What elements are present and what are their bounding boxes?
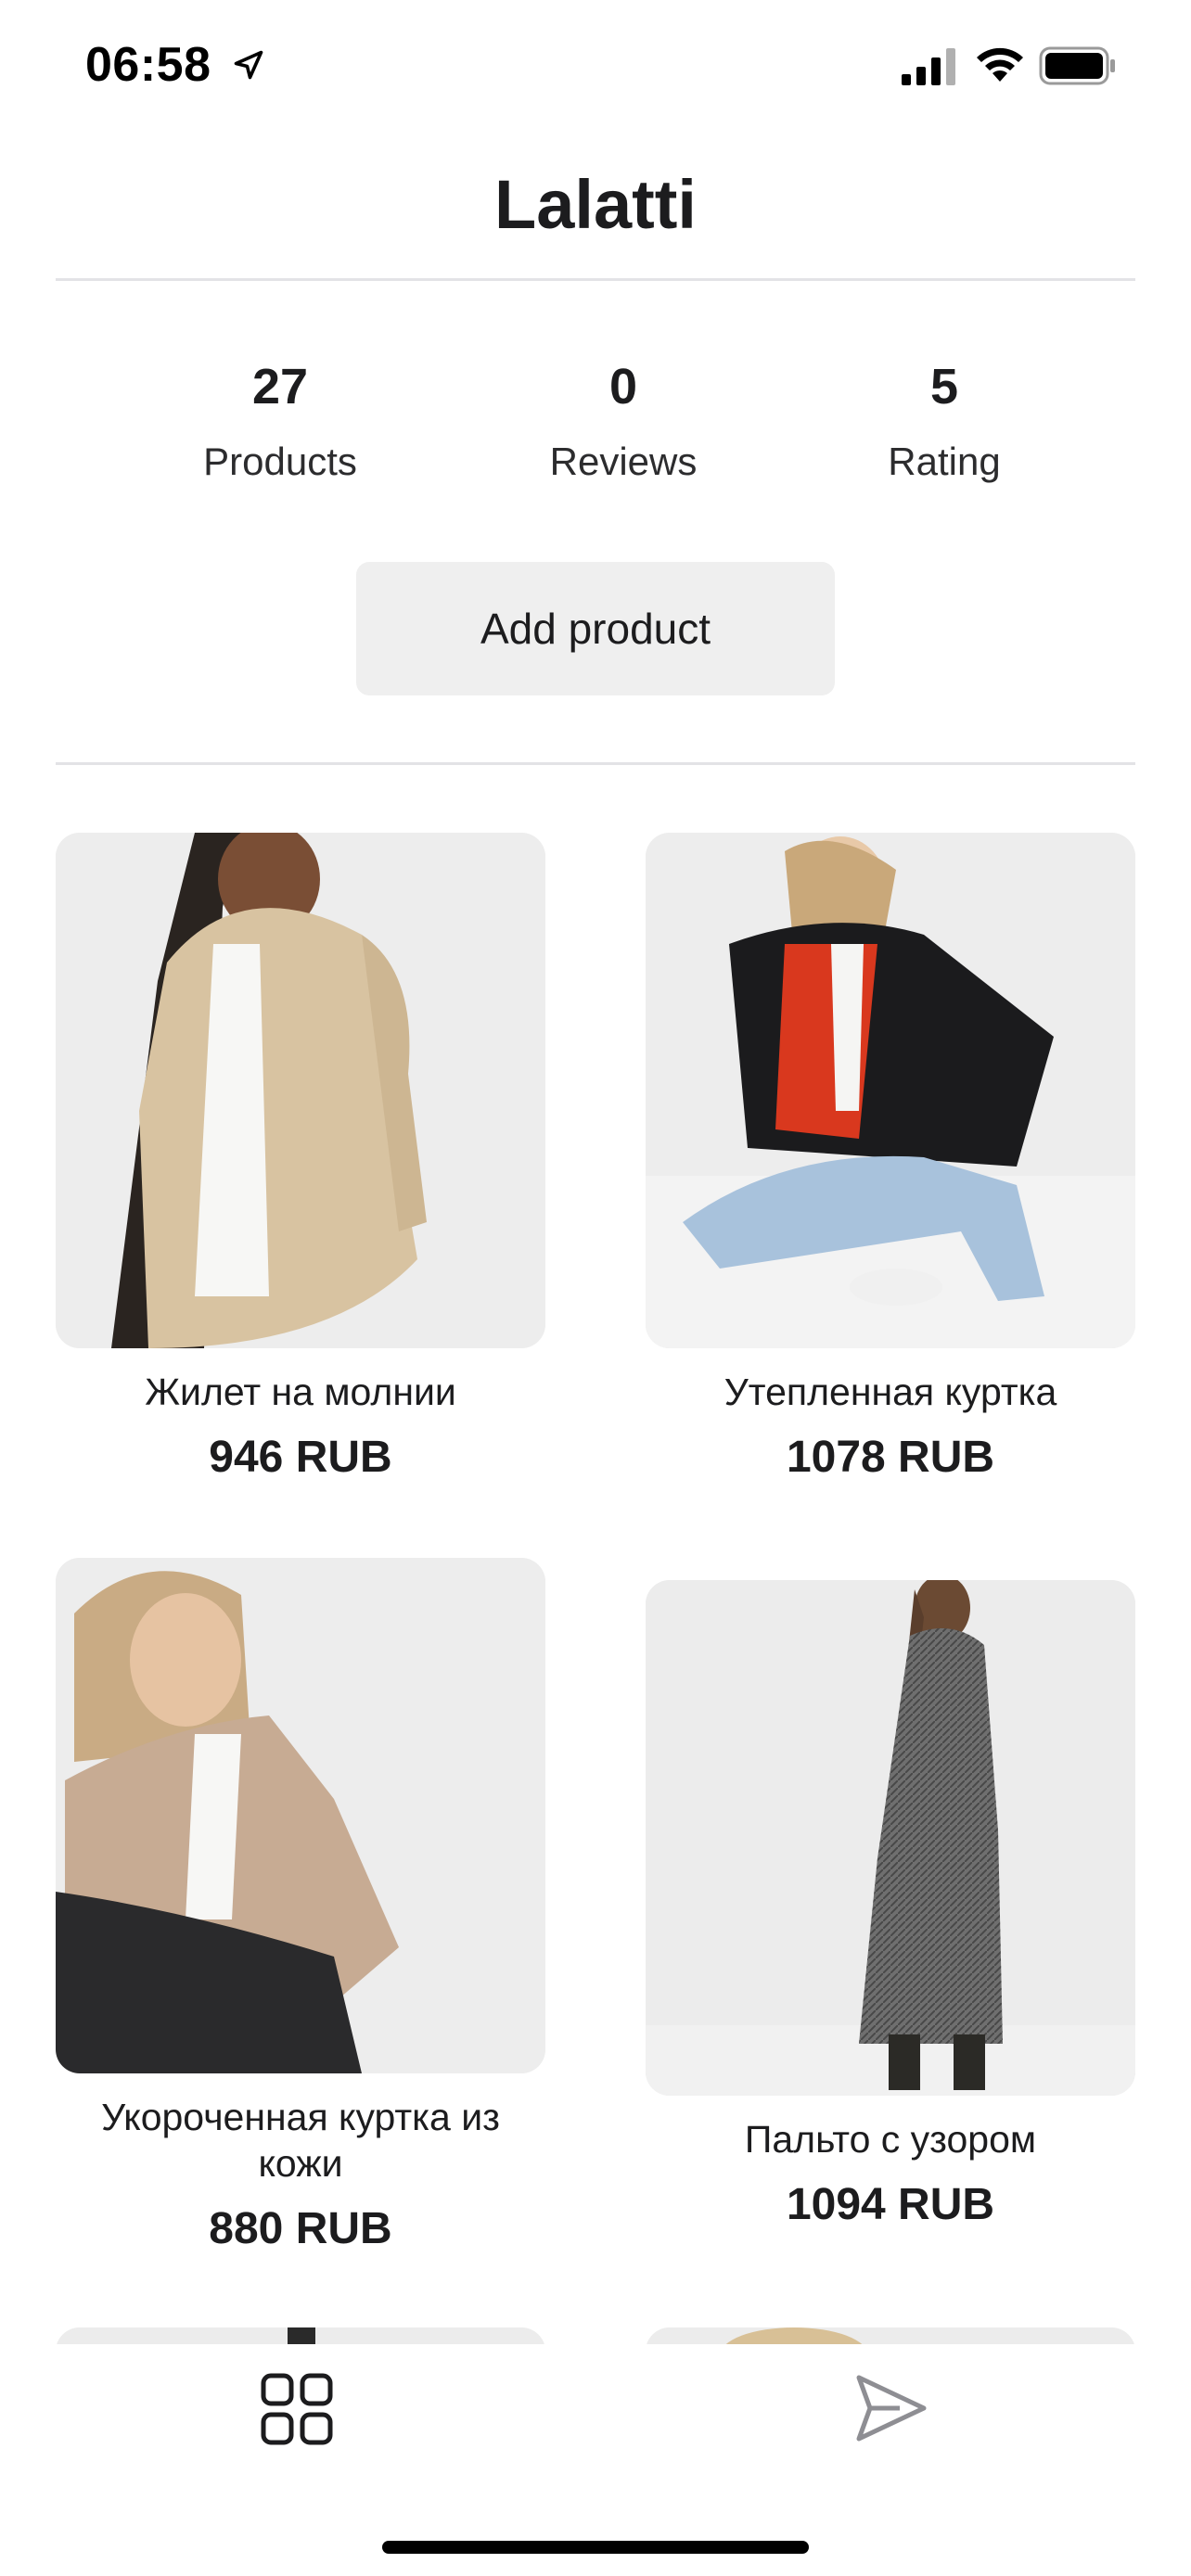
location-arrow-icon <box>234 50 263 80</box>
stat-label: Rating <box>888 440 1001 483</box>
product-card[interactable]: Жилет на молнии 946 RUB <box>56 833 545 1483</box>
cellular-signal-icon <box>902 48 955 85</box>
section-divider <box>56 762 1135 765</box>
product-price: 880 RUB <box>209 2204 392 2253</box>
wifi-icon <box>977 47 1023 82</box>
send-icon[interactable] <box>853 2370 929 2446</box>
stat-label: Products <box>203 440 357 483</box>
grid-icon[interactable] <box>260 2372 334 2446</box>
product-card[interactable]: Укороченная куртка из кожи 880 RUB <box>56 1558 545 2254</box>
page-title: Lalatti <box>494 166 697 243</box>
stat-reviews: 0 Reviews <box>484 358 762 484</box>
stat-value: 27 <box>251 359 309 414</box>
status-time: 06:58 <box>85 38 211 92</box>
battery-icon <box>1039 46 1115 85</box>
header-divider <box>56 278 1135 281</box>
product-card[interactable]: Пальто с узором 1094 RUB <box>646 1580 1135 2230</box>
status-bar: 06:58 <box>0 0 1191 139</box>
product-image[interactable] <box>646 1580 1135 2096</box>
stat-value: 5 <box>929 359 959 414</box>
add-product-button[interactable]: Add product <box>356 562 835 695</box>
stat-products: 27 Products <box>141 358 419 484</box>
product-image[interactable] <box>646 833 1135 1348</box>
product-name: Укороченная куртка из кожи <box>101 2096 500 2185</box>
stat-label: Reviews <box>549 440 698 483</box>
product-name: Жилет на молнии <box>145 1371 456 1413</box>
stat-rating: 5 Rating <box>805 358 1083 484</box>
product-card[interactable]: Утепленная куртка 1078 RUB <box>646 833 1135 1483</box>
product-name: Пальто с узором <box>744 2118 1037 2161</box>
product-price: 1078 RUB <box>786 1433 995 1482</box>
product-price: 1094 RUB <box>786 2180 995 2229</box>
seller-profile-screen: 06:58 Lalatti 27 Products 0 Reviews 5 Ra… <box>0 0 1191 2576</box>
product-image[interactable] <box>56 833 545 1348</box>
home-indicator <box>382 2541 809 2554</box>
product-price: 946 RUB <box>209 1433 392 1482</box>
product-name: Утепленная куртка <box>724 1371 1057 1413</box>
stat-value: 0 <box>608 359 638 414</box>
product-image[interactable] <box>56 1558 545 2073</box>
